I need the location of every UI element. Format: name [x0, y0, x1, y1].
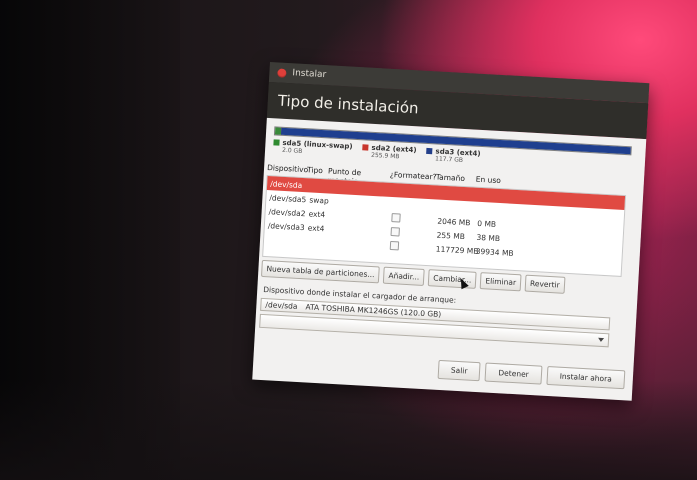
cell-format: [393, 190, 439, 193]
legend-item-sda2: sda2 (ext4) 255.9 MB: [362, 143, 417, 161]
delete-partition-button[interactable]: Eliminar: [479, 272, 522, 292]
cell-type: swap: [309, 194, 330, 205]
cell-type: [307, 241, 328, 242]
page-title-text: Tipo de instalación: [277, 91, 420, 118]
stop-button[interactable]: Detener: [484, 362, 543, 385]
chevron-down-icon: [597, 337, 605, 343]
cell-format: [390, 226, 437, 241]
installer-content: sda5 (linux-swap) 2.0 GB sda2 (ext4) 255…: [252, 117, 647, 401]
cell-device: [264, 239, 307, 241]
legend-item-sda5: sda5 (linux-swap) 2.0 GB: [273, 138, 353, 157]
cell-size: [439, 193, 479, 195]
legend-swatch: [362, 144, 369, 151]
cell-format: [391, 212, 438, 227]
new-partition-table-button[interactable]: Nueva tabla de particiones...: [260, 259, 380, 284]
revert-button[interactable]: Revertir: [524, 274, 566, 294]
dialog-actions: Salir Detener Instalar ahora: [432, 359, 626, 390]
cell-size: 255 MB: [436, 230, 466, 241]
cell-used: 39934 MB: [475, 246, 514, 258]
cell-mount: [330, 201, 392, 204]
cell-size: 2046 MB: [437, 216, 471, 227]
cell-used: 0 MB: [477, 218, 497, 229]
cell-mount: [329, 229, 391, 232]
cell-type: ext4: [308, 208, 326, 219]
quit-button[interactable]: Salir: [437, 359, 481, 382]
cell-mount: [328, 243, 390, 246]
installer-window: Instalar Tipo de instalación sda5 (linux…: [252, 62, 650, 401]
legend-item-sda3: sda3 (ext4) 117.7 GB: [426, 147, 481, 165]
cell-format: [392, 204, 438, 207]
cell-used: [478, 209, 528, 212]
cell-mount: [331, 187, 393, 190]
legend-swatch: [426, 147, 433, 155]
format-checkbox[interactable]: [390, 226, 400, 236]
cell-device: /dev/sda2: [268, 206, 306, 218]
format-checkbox[interactable]: [389, 240, 400, 250]
cell-format: [389, 240, 437, 254]
add-partition-button[interactable]: Añadir...: [383, 266, 425, 286]
cell-size: [438, 207, 478, 209]
window-title: Instalar: [292, 68, 327, 81]
bootloader-device-description: ATA TOSHIBA MK1246GS (120.0 GB): [305, 302, 442, 319]
cell-device: /dev/sda5: [269, 192, 307, 204]
cell-type: [310, 185, 331, 186]
cell-mount: [330, 215, 392, 218]
cell-used: 38 MB: [476, 232, 501, 243]
install-now-button[interactable]: Instalar ahora: [546, 365, 626, 390]
bootloader-device: /dev/sda: [265, 300, 298, 311]
cell-type: ext4: [307, 222, 325, 233]
change-partition-button[interactable]: Cambiar...: [427, 269, 477, 289]
format-checkbox[interactable]: [391, 212, 401, 223]
cell-device: /dev/sda3: [267, 220, 305, 232]
legend-swatch: [273, 139, 280, 146]
close-icon[interactable]: [277, 67, 287, 78]
cell-size: 117729 MB: [435, 244, 479, 256]
cell-used: [479, 195, 529, 198]
cell-device: /dev/sda: [269, 178, 303, 190]
